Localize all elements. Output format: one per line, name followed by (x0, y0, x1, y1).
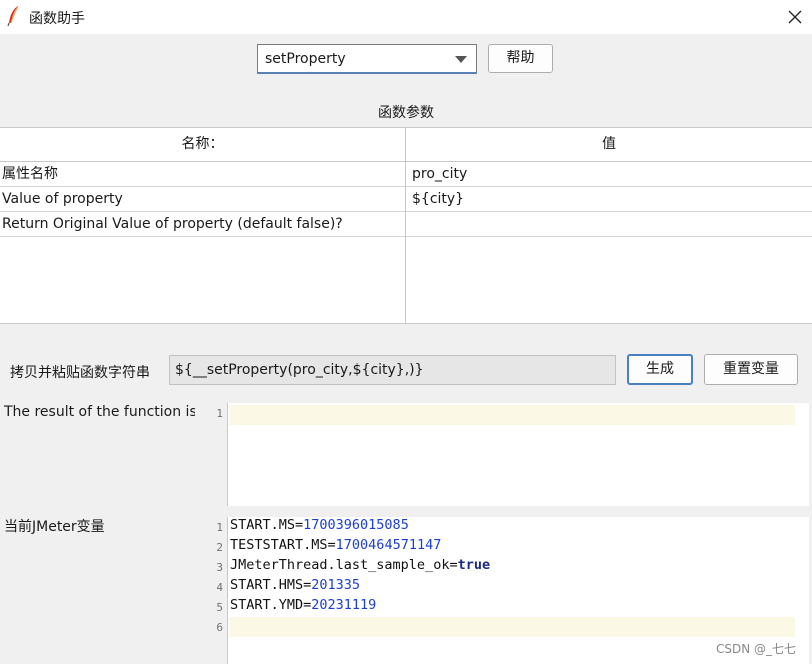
table-row[interactable]: Value of property ${city} (0, 187, 812, 212)
var-key: JMeterThread.last_sample_ok= (230, 557, 458, 573)
result-editor[interactable]: 1 (195, 403, 809, 506)
var-value: 1700396015085 (303, 517, 409, 533)
line-number: 6 (216, 621, 223, 634)
variables-label: 当前JMeter变量 (4, 519, 105, 535)
code-line: START.MS=1700396015085 (230, 517, 409, 533)
var-value: 1700464571147 (335, 537, 442, 553)
parameters-table: 名称： 值 属性名称 pro_city Value of property ${… (0, 127, 812, 324)
function-string-field[interactable]: ${__setProperty(pro_city,${city},)} (169, 355, 616, 385)
var-key: START.YMD= (230, 597, 312, 613)
line-number-gutter: 1 2 3 4 5 6 (195, 517, 228, 664)
var-value: 201335 (311, 577, 361, 593)
line-number: 5 (216, 601, 223, 614)
param-value[interactable]: pro_city (412, 162, 810, 187)
code-line: START.HMS=201335 (230, 577, 360, 593)
column-divider (405, 128, 406, 324)
var-key: TESTSTART.MS= (230, 537, 336, 553)
line-number: 1 (216, 407, 223, 420)
param-name: 属性名称 (2, 166, 58, 182)
var-value: 20231119 (311, 597, 377, 613)
param-value[interactable] (412, 212, 810, 237)
window-title: 函数助手 (29, 11, 85, 27)
line-number: 2 (216, 541, 223, 554)
watermark: CSDN @_七七 (716, 642, 797, 656)
generate-button[interactable]: 生成 (627, 354, 693, 385)
code-line: START.YMD=20231119 (230, 597, 376, 613)
function-select[interactable]: setProperty (257, 44, 477, 74)
current-line-highlight (229, 617, 795, 637)
current-line-highlight (229, 405, 795, 425)
code-line: TESTSTART.MS=1700464571147 (230, 537, 441, 553)
line-number: 4 (216, 581, 223, 594)
param-value[interactable]: ${city} (412, 187, 810, 212)
param-name: Value of property (2, 191, 123, 207)
parameters-heading: 函数参数 (378, 105, 434, 121)
column-header-name: 名称： (181, 136, 224, 152)
var-key: START.MS= (230, 517, 304, 533)
line-number: 3 (216, 561, 223, 574)
table-row[interactable]: Return Original Value of property (defau… (0, 212, 812, 237)
column-header-value: 值 (602, 136, 616, 152)
title-bar: 函数助手 (0, 0, 812, 34)
function-string-label: 拷贝并粘贴函数字符串 (10, 365, 150, 381)
code-line: JMeterThread.last_sample_ok=true (230, 557, 490, 573)
close-icon[interactable] (782, 4, 808, 30)
table-row[interactable]: 属性名称 pro_city (0, 162, 812, 187)
var-key: START.HMS= (230, 577, 312, 593)
chevron-down-icon (455, 56, 467, 63)
feather-icon (7, 5, 19, 27)
reset-variables-button[interactable]: 重置变量 (704, 354, 798, 385)
result-label: The result of the function is (4, 404, 197, 420)
var-value: true (457, 557, 491, 573)
line-number: 1 (216, 521, 223, 534)
line-number-gutter: 1 (195, 403, 228, 506)
function-select-value: setProperty (265, 51, 346, 67)
param-name: Return Original Value of property (defau… (2, 216, 343, 232)
help-button[interactable]: 帮助 (488, 44, 553, 73)
